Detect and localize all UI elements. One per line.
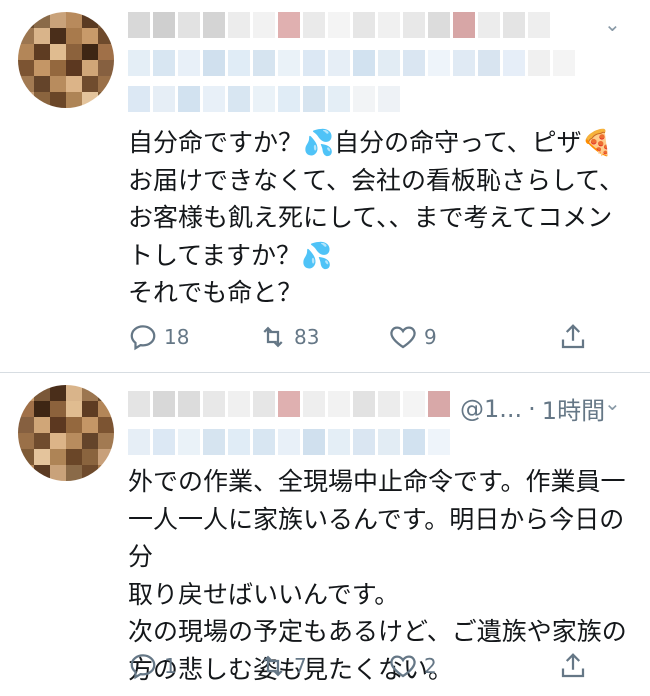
reply-button[interactable]: 18 <box>128 322 258 352</box>
blurred-handle <box>128 50 575 76</box>
like-count: 2 <box>424 654 437 678</box>
like-button[interactable]: 9 <box>388 322 518 352</box>
retweet-icon <box>263 326 283 348</box>
chevron-down-icon[interactable]: ⌄ <box>604 391 621 415</box>
reply-icon <box>130 654 156 680</box>
heart-icon <box>390 326 416 349</box>
share-button[interactable] <box>558 651 588 681</box>
like-button[interactable]: 2 <box>388 651 518 681</box>
tweet-time[interactable]: 1時間 <box>542 391 605 426</box>
like-count: 9 <box>424 325 437 349</box>
avatar[interactable] <box>18 12 114 108</box>
tweet-meta: @1... · 1時間 <box>460 391 605 426</box>
tweet-text: 自分命ですか？💦自分の命守って、ピザ🍕 お届けできなくて、会社の看板恥さらして、… <box>128 128 625 307</box>
tweet-handle[interactable]: @1... <box>460 395 522 423</box>
blurred-display-name <box>128 12 550 38</box>
tweet-actions: 1 7 2 <box>128 651 588 681</box>
heart-icon <box>390 655 416 678</box>
tweet-actions: 18 83 9 <box>128 322 588 352</box>
blurred-handle <box>128 429 450 455</box>
share-icon <box>561 653 585 678</box>
reply-button[interactable]: 1 <box>128 651 258 681</box>
retweet-button[interactable]: 83 <box>258 322 388 352</box>
retweet-button[interactable]: 7 <box>258 651 388 681</box>
reply-count: 18 <box>164 325 190 349</box>
tweet-2[interactable]: @1... · 1時間 ⌄ 外での作業、全現場中止命令です。作業員一 一人一人に… <box>0 373 650 696</box>
share-icon <box>561 324 585 349</box>
share-button[interactable] <box>558 322 588 352</box>
meta-separator: · <box>528 394 536 423</box>
chevron-down-icon[interactable]: ⌄ <box>604 12 621 36</box>
retweet-count: 7 <box>294 654 307 678</box>
retweet-icon <box>263 655 283 677</box>
blurred-handle-2 <box>128 86 400 112</box>
retweet-count: 83 <box>294 325 320 349</box>
tweet-1[interactable]: ⌄ 自分命ですか？💦自分の命守って、ピザ🍕 お届けできなくて、会社の看板恥さらし… <box>0 0 650 372</box>
reply-count: 1 <box>164 654 177 678</box>
reply-icon <box>130 325 156 351</box>
avatar[interactable] <box>18 385 114 481</box>
blurred-display-name <box>128 391 450 417</box>
